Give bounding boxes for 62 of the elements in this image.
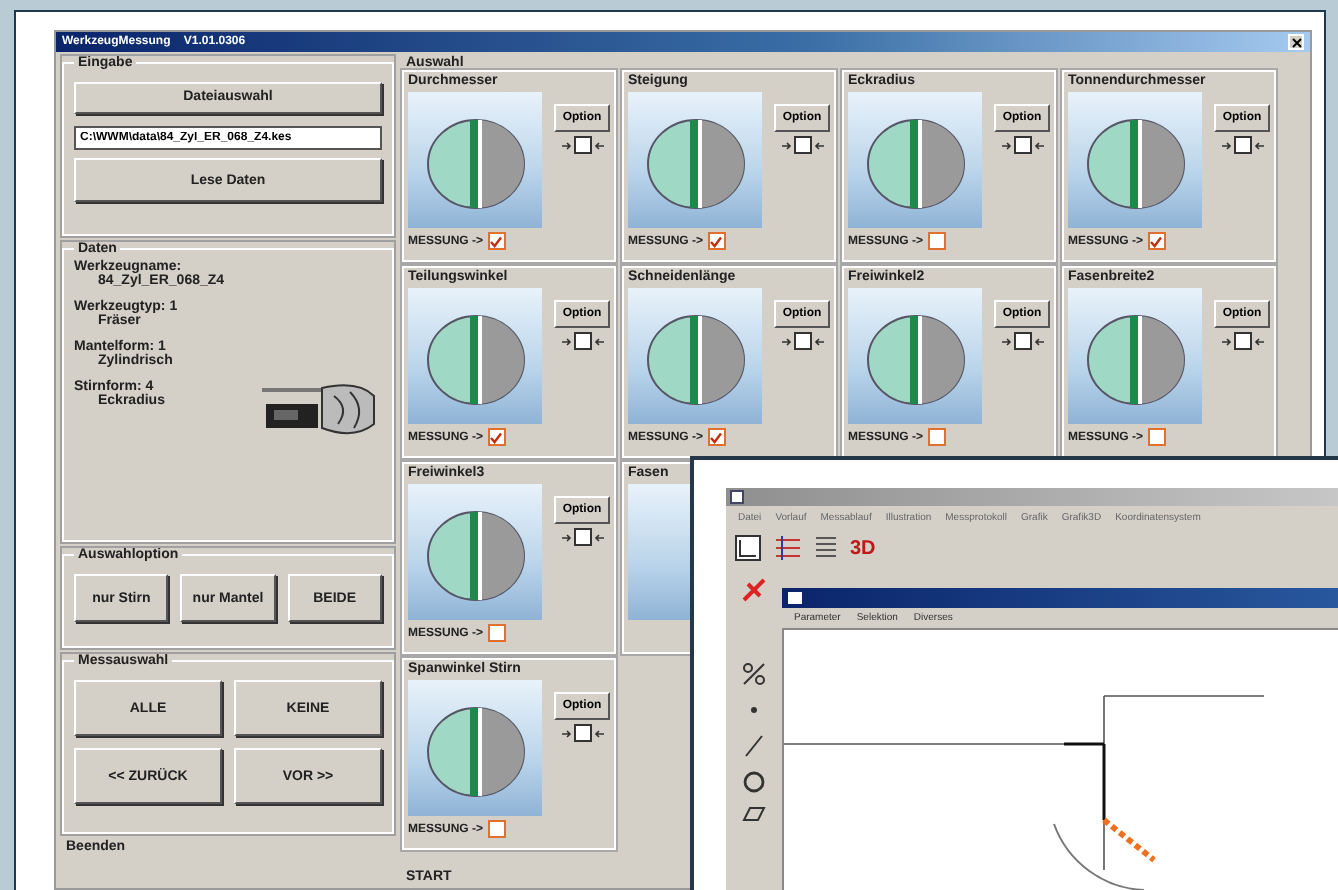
arrow-icon bbox=[1001, 337, 1011, 345]
measure-checkbox[interactable] bbox=[707, 428, 726, 446]
measure-checkbox[interactable] bbox=[487, 624, 506, 642]
option-checkbox[interactable] bbox=[1233, 136, 1251, 154]
lines-icon[interactable] bbox=[774, 534, 802, 562]
tool-illustration bbox=[628, 92, 762, 228]
arrow-icon bbox=[813, 141, 823, 149]
arrow-icon bbox=[593, 729, 603, 737]
close-button[interactable] bbox=[1288, 34, 1304, 50]
arrow-icon bbox=[561, 141, 571, 149]
arrow-icon bbox=[781, 141, 791, 149]
measure-checkbox[interactable] bbox=[487, 820, 506, 838]
arrow-icon bbox=[593, 533, 603, 541]
arrow-icon bbox=[593, 141, 603, 149]
tool-illustration bbox=[408, 680, 542, 816]
3d-button[interactable]: 3D bbox=[850, 537, 876, 559]
arrow-icon bbox=[1001, 141, 1011, 149]
frame-icon[interactable] bbox=[734, 534, 762, 562]
list-icon[interactable] bbox=[814, 534, 838, 562]
measure-checkbox[interactable] bbox=[927, 232, 946, 250]
arrow-icon bbox=[1221, 337, 1231, 345]
option-checkbox[interactable] bbox=[1013, 136, 1031, 154]
arrow-icon bbox=[1253, 141, 1263, 149]
arrow-icon bbox=[561, 337, 571, 345]
tool-illustration bbox=[408, 288, 542, 424]
tool-illustration bbox=[848, 92, 982, 228]
arrow-icon bbox=[561, 729, 571, 737]
arrow-icon bbox=[781, 337, 791, 345]
arrow-icon bbox=[593, 337, 603, 345]
arrow-icon bbox=[1033, 141, 1043, 149]
tool-illustration bbox=[408, 92, 542, 228]
measure-checkbox[interactable] bbox=[487, 428, 506, 446]
option-checkbox[interactable] bbox=[573, 528, 591, 546]
measure-checkbox[interactable] bbox=[927, 428, 946, 446]
measure-checkbox[interactable] bbox=[1147, 232, 1166, 250]
tool-illustration bbox=[1068, 92, 1202, 228]
arrow-icon bbox=[1221, 141, 1231, 149]
arrow-icon bbox=[561, 533, 571, 541]
tool-illustration bbox=[848, 288, 982, 424]
option-checkbox[interactable] bbox=[1233, 332, 1251, 350]
tool-illustration bbox=[628, 288, 762, 424]
arrow-icon bbox=[813, 337, 823, 345]
measure-checkbox[interactable] bbox=[487, 232, 506, 250]
option-checkbox[interactable] bbox=[1013, 332, 1031, 350]
measure-checkbox[interactable] bbox=[707, 232, 726, 250]
option-checkbox[interactable] bbox=[573, 332, 591, 350]
measure-checkbox[interactable] bbox=[1147, 428, 1166, 446]
option-checkbox[interactable] bbox=[573, 724, 591, 742]
arrow-icon bbox=[1253, 337, 1263, 345]
app-icon bbox=[730, 490, 744, 504]
tool-illustration bbox=[408, 484, 542, 620]
option-checkbox[interactable] bbox=[793, 136, 811, 154]
close-icon bbox=[1291, 37, 1301, 47]
percent-icon[interactable] bbox=[740, 660, 768, 688]
line-icon[interactable] bbox=[740, 732, 768, 760]
arrow-icon bbox=[1033, 337, 1043, 345]
circle-icon[interactable] bbox=[740, 768, 768, 796]
option-checkbox[interactable] bbox=[793, 332, 811, 350]
document-icon bbox=[788, 592, 802, 604]
option-checkbox[interactable] bbox=[573, 136, 591, 154]
shape-icon[interactable] bbox=[740, 804, 768, 824]
tool-illustration bbox=[1068, 288, 1202, 424]
